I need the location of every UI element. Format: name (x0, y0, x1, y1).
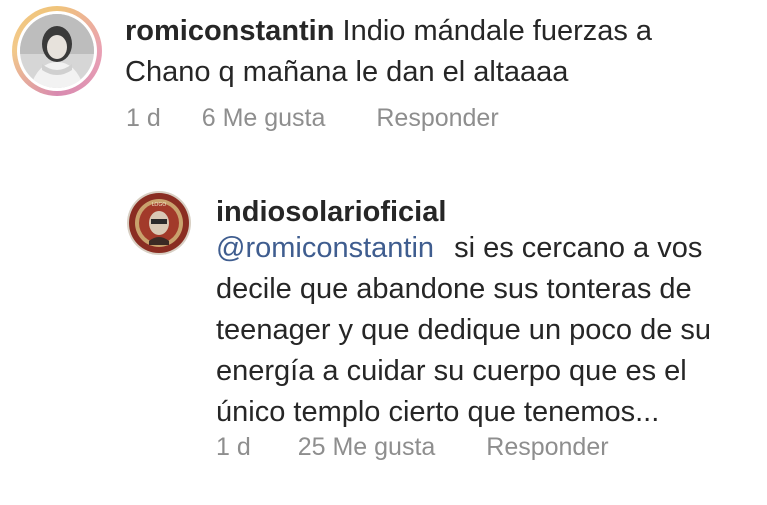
comment-text: romiconstantin Indio mándale fuerzas a C… (125, 11, 745, 93)
reply-text: @romiconstantin si es cercano a vos deci… (216, 228, 761, 433)
comment-reply-button[interactable]: Responder (376, 104, 498, 133)
avatar-ring-gap (17, 11, 97, 91)
reply-meta: 1 d 25 Me gusta Responder (216, 433, 609, 462)
logo-avatar-icon: LOGO (129, 193, 189, 253)
reply-avatar[interactable]: LOGO (127, 191, 191, 255)
comment-time: 1 d (126, 104, 161, 132)
avatar[interactable] (12, 6, 102, 96)
comment-item: romiconstantin Indio mándale fuerzas a C… (0, 0, 767, 150)
svg-text:LOGO: LOGO (152, 202, 166, 208)
reply-username[interactable]: indiosolarioficial (216, 194, 446, 230)
comment-likes-link[interactable]: 6 Me gusta (202, 104, 326, 133)
comment-meta: 1 d 6 Me gusta Responder (126, 104, 499, 133)
reply-time: 1 d (216, 433, 251, 461)
profile-photo-icon (20, 14, 94, 88)
reply-mention-link[interactable]: @romiconstantin (216, 232, 434, 264)
comment-username[interactable]: romiconstantin (125, 15, 334, 47)
reply-reply-button[interactable]: Responder (486, 433, 608, 462)
reply-item: LOGO indiosolarioficial @romiconstantin … (0, 180, 767, 480)
reply-likes-link[interactable]: 25 Me gusta (298, 433, 436, 462)
